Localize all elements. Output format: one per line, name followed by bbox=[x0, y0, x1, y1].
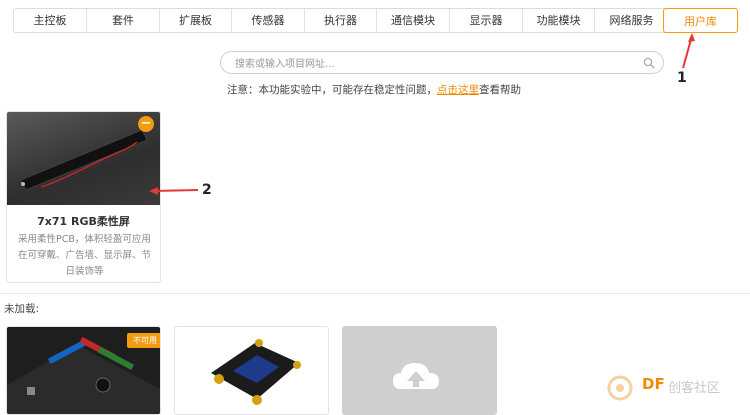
watermark-brand: DF bbox=[642, 375, 665, 393]
watermark: DF 创客社区 bbox=[600, 373, 750, 403]
annotation-label-1: 1 bbox=[677, 70, 687, 86]
watermark-text: 创客社区 bbox=[668, 381, 721, 396]
annotation-overlay bbox=[149, 33, 695, 195]
watermark-logo-icon bbox=[607, 375, 633, 401]
annotation-label-2: 2 bbox=[202, 182, 212, 198]
